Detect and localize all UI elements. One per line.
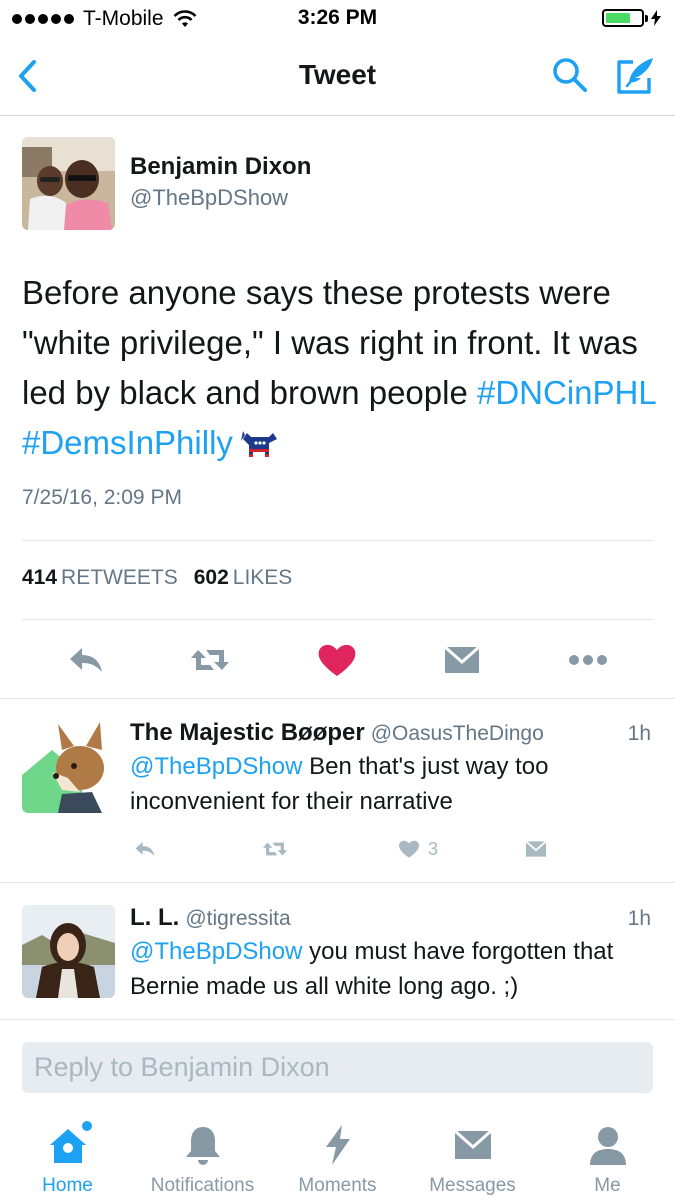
avatar[interactable] bbox=[22, 137, 115, 230]
tweet-timestamp: 7/25/16, 2:09 PM bbox=[22, 486, 182, 509]
retweet-count[interactable]: 414 bbox=[22, 566, 57, 590]
reply-author-name[interactable]: L. L. @tigressita bbox=[130, 904, 291, 932]
tweet-header: Benjamin Dixon @TheBpDShow bbox=[22, 137, 662, 231]
heart-icon[interactable] bbox=[396, 837, 422, 861]
direct-message-icon[interactable] bbox=[522, 836, 550, 862]
like-button[interactable]: 3 bbox=[396, 834, 438, 864]
more-options-icon[interactable] bbox=[566, 638, 610, 682]
mention-link[interactable]: @TheBpDShow bbox=[130, 753, 302, 780]
reply-author-handle[interactable]: @OasusTheDingo bbox=[371, 722, 544, 745]
mention-link[interactable]: @TheBpDShow bbox=[130, 938, 302, 965]
reply-actions: 3 bbox=[130, 834, 570, 864]
like-count[interactable]: 602 bbox=[194, 566, 229, 590]
notification-dot bbox=[81, 1121, 92, 1131]
envelope-icon[interactable] bbox=[451, 1123, 495, 1167]
retweet-icon[interactable] bbox=[258, 835, 292, 863]
battery-icon bbox=[602, 9, 661, 27]
reply-text: @TheBpDShow you must have forgotten that… bbox=[130, 938, 614, 1000]
retweet-icon[interactable] bbox=[188, 638, 232, 682]
heart-icon[interactable] bbox=[315, 638, 359, 682]
like-count: 3 bbox=[428, 838, 439, 859]
tab-notifications[interactable]: Notifications bbox=[135, 1123, 270, 1197]
reply-time: 1h bbox=[627, 907, 651, 930]
tweet-stats: 414 RETWEETS 602 LIKES bbox=[22, 566, 292, 590]
home-icon[interactable] bbox=[46, 1121, 92, 1167]
tweet-actions bbox=[0, 628, 675, 698]
reply-time: 1h bbox=[627, 722, 651, 745]
reply-tweet[interactable]: The Majestic Bøøper @OasusTheDingo 1h @Th… bbox=[0, 699, 675, 882]
reply-tweet[interactable]: L. L. @tigressita 1h @TheBpDShow you must… bbox=[0, 883, 675, 1018]
tab-label: Home bbox=[42, 1175, 93, 1196]
divider bbox=[22, 619, 653, 620]
tab-label: Notifications bbox=[150, 1175, 255, 1196]
reply-text: @TheBpDShow Ben that's just way too inco… bbox=[130, 753, 549, 815]
dm-button[interactable] bbox=[522, 834, 550, 864]
likes-label[interactable]: LIKES bbox=[233, 566, 293, 590]
status-time: 3:26 PM bbox=[297, 6, 378, 29]
reply-button[interactable] bbox=[130, 834, 160, 864]
reply-icon[interactable] bbox=[130, 836, 160, 862]
tab-moments[interactable]: Moments bbox=[270, 1123, 405, 1197]
person-icon[interactable] bbox=[586, 1123, 630, 1167]
nav-bar: Tweet bbox=[0, 38, 675, 116]
author-name[interactable]: Benjamin Dixon bbox=[130, 153, 311, 181]
reply-icon[interactable] bbox=[64, 638, 108, 682]
tab-me[interactable]: Me bbox=[540, 1123, 675, 1197]
avatar[interactable] bbox=[22, 720, 115, 813]
tab-label: Messages bbox=[429, 1175, 516, 1196]
status-bar: T-Mobile 3:26 PM bbox=[0, 0, 675, 38]
tab-home[interactable]: Home bbox=[0, 1121, 135, 1197]
bell-icon[interactable] bbox=[181, 1123, 225, 1167]
tweet-text: Before anyone says these protests were "… bbox=[22, 268, 662, 468]
author-handle[interactable]: @TheBpDShow bbox=[130, 185, 288, 211]
retweet-button[interactable] bbox=[258, 834, 292, 864]
tab-label: Moments bbox=[298, 1175, 377, 1196]
hashtag-link[interactable]: #DNCinPHL bbox=[477, 374, 656, 411]
democrat-donkey-icon bbox=[240, 431, 277, 458]
tab-messages[interactable]: Messages bbox=[405, 1123, 540, 1197]
avatar[interactable] bbox=[22, 905, 115, 998]
hashtag-link[interactable]: #DemsInPhilly bbox=[22, 424, 233, 461]
reply-author-name[interactable]: The Majestic Bøøper @OasusTheDingo bbox=[130, 719, 544, 747]
tab-label: Me bbox=[594, 1175, 621, 1196]
divider bbox=[0, 1019, 675, 1020]
divider bbox=[22, 540, 653, 541]
reply-author-handle[interactable]: @tigressita bbox=[185, 907, 290, 930]
tab-bar: Home Notifications Moments Messages Me bbox=[0, 1115, 675, 1200]
retweets-label[interactable]: RETWEETS bbox=[61, 566, 178, 590]
search-icon[interactable] bbox=[551, 56, 589, 94]
compose-icon[interactable] bbox=[615, 54, 657, 96]
lightning-icon[interactable] bbox=[316, 1123, 360, 1167]
reply-input[interactable]: Reply to Benjamin Dixon bbox=[22, 1042, 653, 1093]
direct-message-icon[interactable] bbox=[440, 638, 484, 682]
